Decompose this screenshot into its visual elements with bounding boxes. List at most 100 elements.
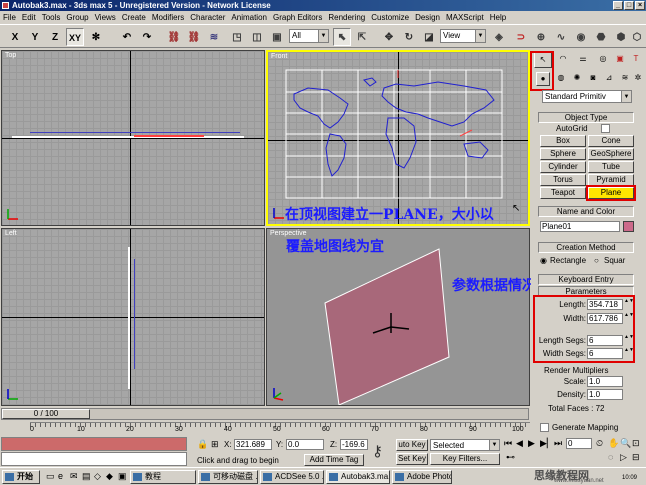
generate-mapping-checkbox[interactable] [540, 423, 549, 432]
select-link-icon[interactable]: ⛓ [165, 28, 183, 46]
restrict-y-button[interactable]: Y [26, 28, 44, 46]
menu-views[interactable]: Views [95, 13, 116, 22]
bind-space-warp-icon[interactable]: ≋ [205, 28, 223, 46]
start-button[interactable]: 开始 [2, 470, 40, 484]
reference-coordinate-dropdown[interactable]: View ▼ [440, 29, 486, 43]
show-desktop-icon[interactable]: ▭ [46, 471, 55, 482]
object-type-rollout-title[interactable]: Object Type [538, 112, 634, 123]
menu-rendering[interactable]: Rendering [328, 13, 365, 22]
menu-tools[interactable]: Tools [42, 13, 61, 22]
mirror-icon[interactable]: ⊃ [512, 28, 530, 46]
maxscript-listener[interactable] [1, 437, 187, 451]
rotate-icon[interactable]: ↻ [400, 28, 418, 46]
geosphere-button[interactable]: GeoSphere [588, 148, 634, 160]
restrict-xy-button[interactable]: XY [66, 28, 84, 46]
lock-icon[interactable]: 🔒 [197, 439, 208, 450]
render-scene-icon[interactable]: ⬣ [592, 28, 610, 46]
y-coordinate-field[interactable]: 0.0 [286, 439, 324, 450]
lights-category-icon[interactable]: ✺ [570, 72, 584, 86]
scale-icon[interactable]: ◪ [420, 28, 438, 46]
name-color-rollout-title[interactable]: Name and Color [538, 206, 634, 217]
cylinder-button[interactable]: Cylinder [540, 161, 586, 173]
menu-help[interactable]: Help [490, 13, 506, 22]
viewport-top[interactable]: Top [1, 50, 265, 226]
time-slider-track[interactable]: 0 / 100 [1, 408, 529, 420]
keyboard-entry-rollout-title[interactable]: Keyboard Entry [538, 274, 634, 285]
curve-editor-icon[interactable]: ∿ [552, 28, 570, 46]
pivot-center-icon[interactable]: ◈ [490, 28, 508, 46]
rectangle-radio-icon[interactable]: ◉ [540, 256, 547, 265]
zoom-all-icon[interactable]: ⊡ [632, 438, 640, 449]
move-icon[interactable]: ✥ [380, 28, 398, 46]
align-icon[interactable]: ⊕ [532, 28, 550, 46]
auto-key-button[interactable]: uto Key [396, 439, 428, 451]
key-mode-icon[interactable]: ⊷ [506, 452, 515, 463]
tube-button[interactable]: Tube [588, 161, 634, 173]
pan-icon[interactable]: ✋ [608, 438, 619, 449]
task-tutorial[interactable]: 教程 [130, 470, 196, 484]
box-button[interactable]: Box [540, 135, 586, 147]
time-slider-thumb[interactable]: 0 / 100 [2, 409, 90, 419]
viewport-label-top[interactable]: Top [5, 52, 16, 59]
prev-frame-icon[interactable]: ◀ [516, 438, 523, 449]
maximize-viewport-icon[interactable]: ⊟ [632, 452, 640, 463]
x-coordinate-field[interactable]: 321.689 [234, 439, 272, 450]
minimize-button[interactable]: _ [613, 1, 623, 10]
current-frame-field[interactable]: 0 [566, 438, 592, 449]
restrict-x-button[interactable]: X [6, 28, 24, 46]
spacewarps-category-icon[interactable]: ≋ [618, 72, 632, 86]
task-removable-disk[interactable]: 可移动磁盘 ... [198, 470, 258, 484]
menu-character[interactable]: Character [190, 13, 225, 22]
pinned-icon[interactable]: ▣ [118, 471, 127, 482]
modify-tab-icon[interactable]: ◠ [554, 52, 572, 68]
menu-maxscript[interactable]: MAXScript [446, 13, 484, 22]
cone-button[interactable]: Cone [588, 135, 634, 147]
hierarchy-tab-icon[interactable]: ⚌ [574, 52, 592, 68]
zoom-icon[interactable]: 🔍 [620, 438, 631, 449]
object-name-field[interactable]: Plane01 [540, 221, 620, 232]
close-button[interactable]: × [635, 1, 645, 10]
key-filters-button[interactable]: Key Filters... [430, 453, 500, 465]
viewport-label-left[interactable]: Left [5, 230, 17, 237]
scale-field[interactable]: 1.0 [587, 376, 623, 387]
density-field[interactable]: 1.0 [587, 389, 623, 400]
cameras-category-icon[interactable]: ◙ [586, 72, 600, 86]
systems-category-icon[interactable]: ✲ [632, 72, 644, 86]
time-config-icon[interactable]: ⏲ [596, 438, 603, 449]
snap-gear-icon[interactable]: ✻ [87, 28, 105, 46]
task-photoshop[interactable]: Adobe Photo... [392, 470, 452, 484]
render-type-icon[interactable]: ⬡ [628, 28, 646, 46]
menu-customize[interactable]: Customize [371, 13, 409, 22]
window-crossing-icon[interactable]: ▣ [268, 28, 286, 46]
ie-icon[interactable]: e [58, 471, 63, 481]
selection-filter-dropdown[interactable]: All ▼ [289, 29, 329, 43]
menu-animation[interactable]: Animation [231, 13, 267, 22]
unlink-icon[interactable]: ⛓ [185, 28, 203, 46]
next-frame-icon[interactable]: ▶▏ [540, 438, 554, 449]
absolute-mode-icon[interactable]: ⊞ [211, 439, 219, 450]
redo-icon[interactable]: ↷ [138, 28, 156, 46]
menu-group[interactable]: Group [66, 13, 88, 22]
viewport-left[interactable]: Left [1, 228, 265, 406]
creation-method-rollout-title[interactable]: Creation Method [538, 242, 634, 253]
select-by-name-icon[interactable]: ◳ [228, 28, 246, 46]
key-selection-dropdown[interactable]: Selected ▼ [430, 439, 500, 451]
task-acdsee[interactable]: ACDSee 5.0 ... [260, 470, 324, 484]
restrict-z-button[interactable]: Z [46, 28, 64, 46]
play-icon[interactable]: ▶ [528, 438, 535, 449]
menu-modifiers[interactable]: Modifiers [152, 13, 184, 22]
category-dropdown[interactable]: Standard Primitiv ▼ [542, 90, 632, 103]
menu-create[interactable]: Create [122, 13, 146, 22]
explorer-icon[interactable]: ▤ [82, 471, 91, 482]
key-icon[interactable]: ⚷ [372, 442, 383, 460]
display-tab-icon[interactable]: ▣ [612, 52, 628, 68]
menu-graph-editors[interactable]: Graph Editors [273, 13, 322, 22]
square-radio-icon[interactable]: ○ [594, 256, 599, 265]
goto-start-icon[interactable]: ⏮ [504, 438, 512, 449]
viewport-front[interactable]: Front [266, 50, 530, 226]
sphere-button[interactable]: Sphere [540, 148, 586, 160]
maximize-button[interactable]: □ [624, 1, 634, 10]
time-ruler[interactable]: 0 10 20 30 40 50 60 70 80 90 100 [30, 422, 530, 436]
motion-tab-icon[interactable]: ◎ [594, 52, 612, 68]
orbit-icon[interactable]: ◌ [608, 452, 613, 462]
